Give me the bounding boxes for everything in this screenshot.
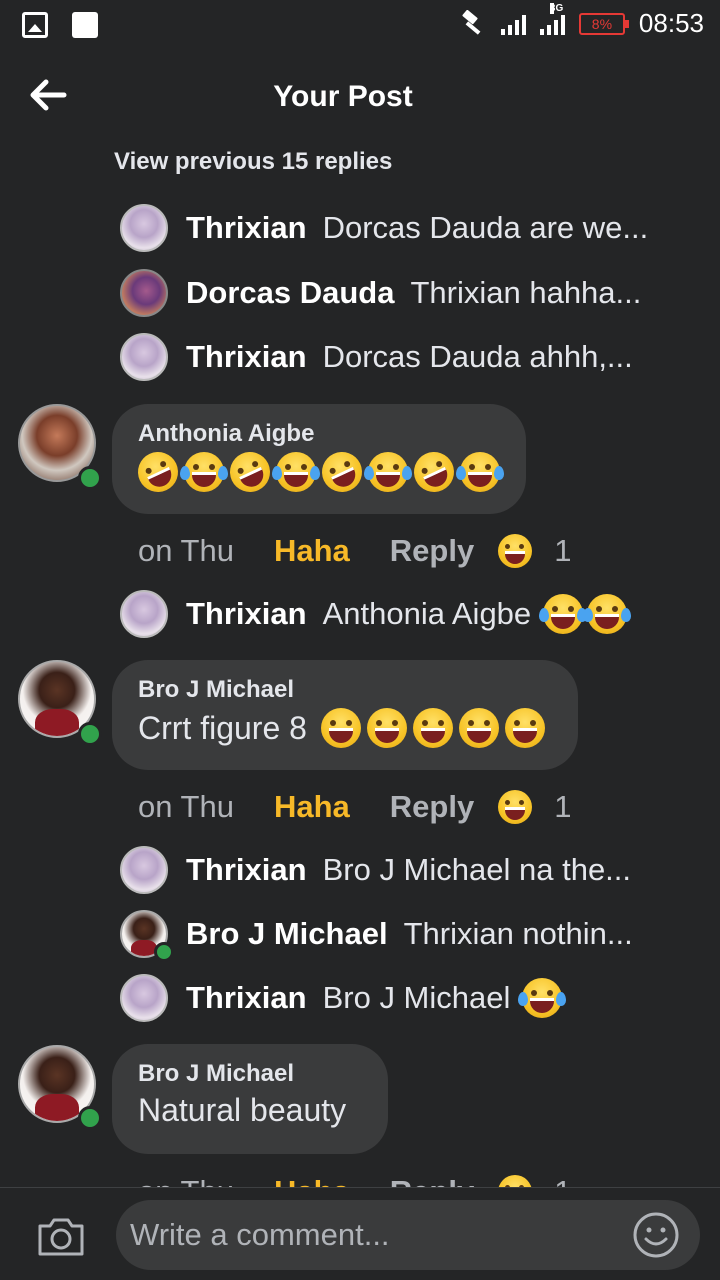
avatar[interactable]	[120, 333, 168, 381]
reply-text: Dorcas Dauda ahhh,...	[322, 339, 633, 374]
comment-actions: on Thu Haha Reply 1	[138, 787, 571, 827]
comment-box[interactable]	[116, 1200, 700, 1270]
online-indicator	[78, 1106, 102, 1130]
online-indicator	[78, 722, 102, 746]
view-previous-replies-link[interactable]: View previous 15 replies	[114, 148, 392, 176]
grinning-emoji	[412, 708, 453, 748]
reply-author[interactable]: Thrixian	[186, 852, 307, 888]
tears-of-joy-emoji	[539, 594, 588, 634]
laughing-reaction-icon[interactable]	[498, 1175, 533, 1187]
reply-row[interactable]: Thrixian Anthonia Aigbe	[120, 589, 700, 639]
avatar[interactable]	[120, 590, 168, 638]
reaction-count[interactable]: 1	[554, 789, 571, 825]
comment-time: on Thu	[138, 789, 234, 824]
haha-reaction-button[interactable]: Haha	[274, 1174, 350, 1187]
comment-actions: on Thu Haha Reply 1	[138, 531, 571, 571]
rofl-emoji	[131, 445, 185, 499]
avatar[interactable]	[120, 269, 168, 317]
reply-text: Anthonia Aigbe	[323, 594, 632, 634]
online-indicator	[78, 466, 102, 490]
reply-text: Thrixian nothin...	[403, 916, 633, 951]
avatar[interactable]	[120, 846, 168, 894]
comment-thread[interactable]: View previous 15 replies Thrixian Dorcas…	[0, 142, 720, 1187]
reaction-count[interactable]: 1	[554, 533, 571, 569]
rofl-emoji	[223, 445, 277, 499]
page-title: Your Post	[273, 80, 413, 113]
comment-bubble[interactable]: Bro J Michael Crrt figure 8	[112, 660, 578, 770]
comment-text: Natural beauty	[138, 1092, 347, 1128]
avatar[interactable]	[120, 204, 168, 252]
status-bar: 3G 8% 08:53	[0, 0, 720, 50]
reply-text: Dorcas Dauda are we...	[322, 210, 649, 245]
reply-author[interactable]: Thrixian	[186, 596, 307, 632]
tears-of-joy-emoji	[518, 978, 567, 1018]
clock: 08:53	[638, 8, 704, 38]
comment-input[interactable]	[130, 1200, 630, 1270]
comment-text	[131, 445, 504, 499]
reply-author[interactable]: Dorcas Dauda	[186, 275, 394, 311]
comment-author[interactable]: Anthonia Aigbe	[138, 420, 500, 448]
reply-row[interactable]: Thrixian Bro J Michael	[120, 973, 700, 1023]
tears-of-joy-emoji	[583, 594, 632, 634]
laughing-reaction-icon[interactable]	[498, 790, 533, 824]
reply-text: Thrixian hahha...	[410, 275, 642, 310]
reply-row[interactable]: Thrixian Dorcas Dauda are we...	[120, 203, 700, 253]
reply-row[interactable]: Bro J Michael Thrixian nothin...	[120, 909, 700, 962]
rofl-emoji	[407, 445, 461, 499]
tears-of-joy-emoji	[180, 452, 228, 492]
signal-3g-icon: 3G	[539, 2, 565, 35]
reply-text: Bro J Michael	[323, 978, 567, 1018]
reaction-count[interactable]: 1	[554, 1174, 571, 1187]
app-notification-icon	[72, 12, 98, 38]
header: Your Post	[0, 50, 720, 142]
reply-author[interactable]: Thrixian	[186, 210, 307, 246]
comment-text: Crrt figure 8	[138, 708, 552, 748]
camera-icon[interactable]	[36, 1216, 86, 1258]
comment-time: on Thu	[138, 533, 234, 568]
gallery-notification-icon	[22, 12, 48, 38]
haha-reaction-button[interactable]: Haha	[274, 533, 350, 569]
comment-bubble[interactable]: Bro J Michael Natural beauty	[112, 1044, 388, 1154]
comment-time: on Thu	[138, 1174, 234, 1187]
tears-of-joy-emoji	[364, 452, 412, 492]
hammer-icon	[462, 9, 481, 35]
reply-author[interactable]: Thrixian	[186, 339, 307, 375]
haha-reaction-button[interactable]: Haha	[274, 789, 350, 825]
reply-button[interactable]: Reply	[390, 789, 474, 825]
reply-author[interactable]: Bro J Michael	[186, 916, 388, 952]
grinning-emoji	[366, 708, 407, 748]
signal-icon	[500, 13, 526, 35]
reply-row[interactable]: Thrixian Dorcas Dauda ahhh,...	[120, 332, 700, 382]
comment-actions: on Thu Haha Reply 1	[138, 1172, 571, 1187]
grinning-emoji	[504, 708, 545, 748]
reply-button[interactable]: Reply	[390, 1174, 474, 1187]
battery-indicator: 8%	[578, 12, 629, 35]
tears-of-joy-emoji	[456, 452, 504, 492]
avatar[interactable]	[120, 974, 168, 1022]
reply-row[interactable]: Thrixian Bro J Michael na the...	[120, 845, 700, 895]
comment-author[interactable]: Bro J Michael	[138, 1060, 362, 1088]
comment-bubble[interactable]: Anthonia Aigbe	[112, 404, 526, 514]
comment-author[interactable]: Bro J Michael	[138, 676, 552, 704]
reply-author[interactable]: Thrixian	[186, 980, 307, 1016]
comment-composer	[0, 1187, 720, 1280]
rofl-emoji	[315, 445, 369, 499]
reply-row[interactable]: Dorcas Dauda Thrixian hahha...	[120, 268, 700, 318]
reply-text: Bro J Michael na the...	[322, 852, 632, 887]
grinning-emoji	[458, 708, 499, 748]
smiley-icon[interactable]	[632, 1211, 680, 1259]
grinning-emoji	[320, 708, 361, 748]
online-indicator	[154, 942, 174, 962]
tears-of-joy-emoji	[272, 452, 320, 492]
reply-button[interactable]: Reply	[390, 533, 474, 569]
laughing-reaction-icon[interactable]	[498, 534, 533, 568]
